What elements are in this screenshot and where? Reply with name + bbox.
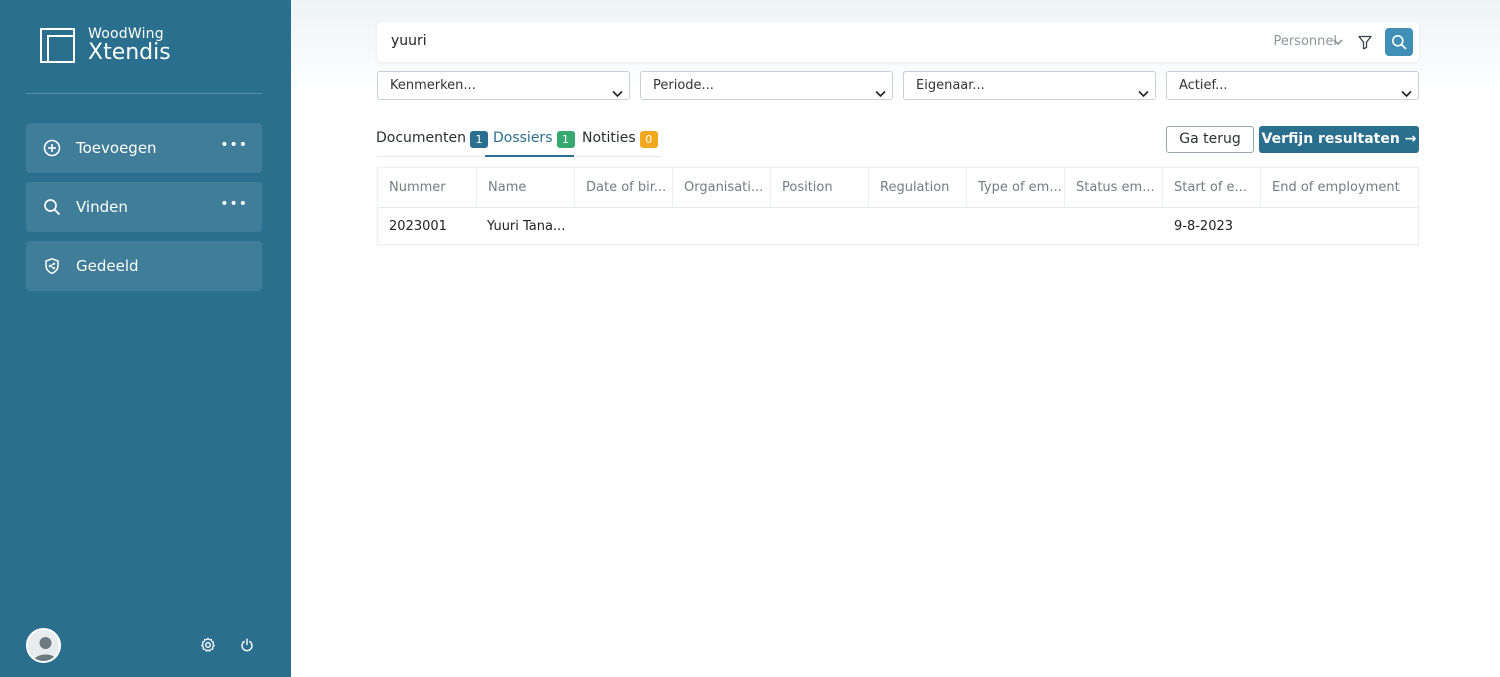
sidebar-item-label: Vinden	[76, 198, 128, 216]
more-options-icon[interactable]: •••	[220, 196, 248, 212]
count-badge: 1	[556, 131, 575, 148]
tab-notities[interactable]: Notities 0	[582, 130, 658, 157]
logo-mark-icon	[40, 28, 75, 63]
sidebar-divider	[26, 93, 262, 94]
cell-position	[771, 208, 869, 245]
cell-regulation	[869, 208, 967, 245]
count-badge: 0	[639, 131, 658, 148]
sidebar-item-label: Gedeeld	[76, 257, 139, 275]
select-value: Eigenaar...	[916, 78, 985, 93]
column-header-end-of-employment[interactable]: End of employment	[1261, 168, 1419, 208]
tab-documenten[interactable]: Documenten 1	[376, 130, 489, 157]
sidebar-item-toevoegen[interactable]: Toevoegen •••	[26, 123, 262, 173]
tab-label: Notities	[582, 130, 636, 146]
search-scope-select[interactable]: Personnel	[1273, 34, 1337, 49]
chevron-down-icon	[1401, 81, 1412, 108]
filter-eigenaar-select[interactable]: Eigenaar...	[903, 71, 1156, 100]
main-content: yuuri Personnel Kenmerken... Periode... …	[291, 0, 1500, 677]
back-button[interactable]: Ga terug	[1166, 126, 1254, 153]
chevron-down-icon	[612, 81, 623, 108]
shield-share-icon	[42, 256, 62, 276]
cell-nummer: 2023001	[389, 219, 447, 234]
chevron-down-icon	[1138, 81, 1149, 108]
refine-results-button[interactable]: Verfijn resultaten →	[1259, 126, 1419, 153]
column-header-organisation[interactable]: Organisati...	[673, 168, 771, 208]
plus-circle-icon	[42, 138, 62, 158]
tab-label: Documenten	[376, 130, 467, 146]
column-header-date-of-birth[interactable]: Date of bir...	[575, 168, 673, 208]
column-header-type-of-employment[interactable]: Type of em...	[967, 168, 1065, 208]
brand-name: WoodWing Xtendis	[88, 27, 171, 64]
cell-name: Yuuri Tana...	[487, 219, 566, 234]
column-header-nummer[interactable]: Nummer	[378, 168, 477, 208]
active-tab-indicator	[485, 155, 574, 157]
tab-dossiers[interactable]: Dossiers 1	[493, 130, 575, 157]
cell-start-of-employment: 9-8-2023	[1174, 219, 1234, 234]
select-value: Kenmerken...	[390, 78, 476, 93]
column-header-name[interactable]: Name	[477, 168, 575, 208]
filter-icon[interactable]	[1355, 32, 1375, 52]
search-input[interactable]: yuuri	[391, 33, 427, 49]
select-value: Actief...	[1179, 78, 1228, 93]
column-header-status-employment[interactable]: Status em...	[1065, 168, 1163, 208]
count-badge: 1	[470, 131, 489, 148]
filter-periode-select[interactable]: Periode...	[640, 71, 893, 100]
gear-icon[interactable]	[199, 636, 217, 654]
sidebar-item-vinden[interactable]: Vinden •••	[26, 182, 262, 232]
table-header: Nummer Name Date of bir... Organisati...…	[378, 168, 1418, 208]
sidebar-item-gedeeld[interactable]: Gedeeld	[26, 241, 262, 291]
cell-type-of-employment	[967, 208, 1065, 245]
sidebar: WoodWing Xtendis Toevoegen ••• Vinden ••…	[0, 0, 291, 677]
column-header-position[interactable]: Position	[771, 168, 869, 208]
user-avatar[interactable]	[26, 628, 61, 663]
cell-status-employment	[1065, 208, 1163, 245]
more-options-icon[interactable]: •••	[220, 137, 248, 153]
brand-line2: Xtendis	[88, 40, 171, 65]
filter-actief-select[interactable]: Actief...	[1166, 71, 1419, 100]
sidebar-item-label: Toevoegen	[76, 139, 157, 157]
column-header-regulation[interactable]: Regulation	[869, 168, 967, 208]
power-icon[interactable]	[238, 636, 256, 654]
brand-line1: WoodWing	[88, 26, 164, 42]
chevron-down-icon	[875, 81, 886, 108]
cell-organisation	[673, 208, 771, 245]
cell-date-of-birth	[575, 208, 673, 245]
search-icon	[42, 197, 62, 217]
search-bar: yuuri Personnel	[377, 22, 1419, 62]
cell-end-of-employment	[1261, 208, 1419, 245]
search-button[interactable]	[1385, 28, 1413, 56]
column-header-start-of-employment[interactable]: Start of e...	[1163, 168, 1261, 208]
filter-kenmerken-select[interactable]: Kenmerken...	[377, 71, 630, 100]
table-row[interactable]: 2023001 Yuuri Tana... 9-8-2023	[378, 208, 1418, 245]
select-value: Periode...	[653, 78, 714, 93]
results-table: Nummer Name Date of bir... Organisati...…	[377, 167, 1419, 245]
search-icon	[1392, 35, 1407, 50]
brand-logo[interactable]: WoodWing Xtendis	[40, 27, 171, 64]
chevron-down-icon[interactable]	[1333, 34, 1343, 53]
tab-label: Dossiers	[493, 130, 553, 146]
